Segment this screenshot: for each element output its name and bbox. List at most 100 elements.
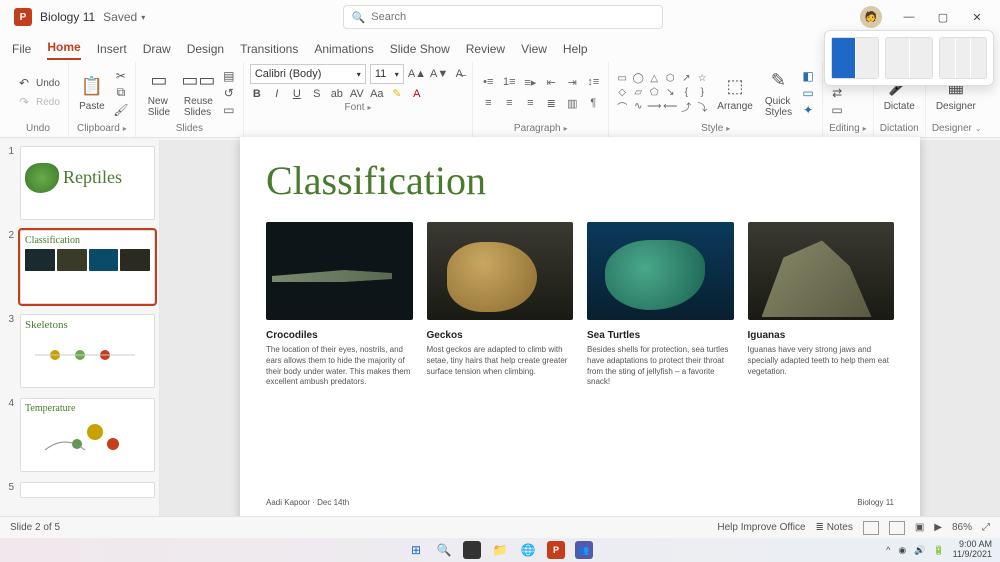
font-color-button[interactable]: A — [410, 88, 424, 100]
underline-button[interactable]: U — [290, 88, 304, 100]
powerpoint-taskbar-icon[interactable]: P — [547, 541, 565, 559]
numbering-button[interactable]: 1≡ — [500, 73, 518, 91]
spacing-button[interactable]: AV — [350, 88, 364, 100]
tab-help[interactable]: Help — [563, 42, 588, 60]
slide-canvas[interactable]: Classification Crocodiles The location o… — [160, 140, 1000, 516]
close-button[interactable]: ✕ — [960, 3, 994, 31]
font-size-combo[interactable]: 11▾ — [370, 64, 404, 84]
user-avatar[interactable]: 🧑 — [860, 6, 882, 28]
reuse-slides-button[interactable]: ▭▭Reuse Slides — [180, 66, 217, 120]
decrease-indent-button[interactable]: ⇤ — [542, 73, 560, 91]
highlight-button[interactable]: ✎ — [390, 87, 404, 100]
columns-button[interactable]: ▥ — [563, 94, 581, 112]
teams-icon[interactable]: 👥 — [575, 541, 593, 559]
shape-fill-button[interactable]: ◧ — [800, 68, 816, 84]
strike-button[interactable]: S — [310, 88, 324, 100]
sorter-view-button[interactable] — [889, 521, 905, 535]
thumb-slide-4[interactable]: Temperature — [20, 398, 155, 472]
new-slide-button[interactable]: ▭New Slide — [142, 66, 176, 120]
cut-button[interactable]: ✂ — [113, 68, 129, 84]
card-crocodiles[interactable]: Crocodiles The location of their eyes, n… — [266, 222, 413, 492]
slide-counter[interactable]: Slide 2 of 5 — [10, 522, 60, 533]
select-button[interactable]: ▭ — [829, 102, 845, 118]
taskbar-search-button[interactable]: 🔍 — [435, 541, 453, 559]
thumb-slide-2[interactable]: Classification — [20, 230, 155, 304]
shapes-gallery[interactable]: ▭◯△⬡↗☆ ◇▱⬠↘{} ⌒∿⟶⟵⤴⤵ — [615, 73, 709, 113]
notes-button[interactable]: ≣ Notes — [816, 522, 853, 533]
tab-slideshow[interactable]: Slide Show — [390, 42, 450, 60]
tab-design[interactable]: Design — [187, 42, 224, 60]
saved-status[interactable]: Saved — [103, 10, 137, 24]
text-direction-button[interactable]: ¶ — [584, 94, 602, 112]
ribbon-collapse-icon[interactable]: ⌄ — [975, 124, 982, 133]
battery-icon[interactable]: 🔋 — [933, 545, 944, 556]
grow-font-button[interactable]: A▲ — [408, 68, 426, 80]
thumb-slide-5[interactable] — [20, 482, 155, 498]
maximize-button[interactable]: ▢ — [926, 3, 960, 31]
snap-layout-3[interactable] — [939, 37, 987, 79]
help-improve-link[interactable]: Help Improve Office — [717, 522, 805, 533]
tab-insert[interactable]: Insert — [97, 42, 127, 60]
slide[interactable]: Classification Crocodiles The location o… — [240, 137, 920, 519]
arrange-button[interactable]: ⬚Arrange — [713, 71, 757, 114]
italic-button[interactable]: I — [270, 88, 284, 100]
font-name-combo[interactable]: Calibri (Body)▾ — [250, 64, 366, 84]
format-painter-button[interactable]: 🖌 — [113, 102, 129, 118]
align-center-button[interactable]: ≡ — [500, 94, 518, 112]
style-dialog-launcher[interactable]: ▸ — [726, 124, 730, 133]
file-explorer-icon[interactable]: 📁 — [491, 541, 509, 559]
bullets-button[interactable]: •≡ — [479, 73, 497, 91]
thumb-slide-3[interactable]: Skeletons — [20, 314, 155, 388]
replace-button[interactable]: ⇄ — [829, 85, 845, 101]
shape-outline-button[interactable]: ▭ — [800, 85, 816, 101]
editing-dialog-launcher[interactable]: ▸ — [863, 124, 867, 133]
quick-styles-button[interactable]: ✎Quick Styles — [761, 66, 796, 120]
card-geckos[interactable]: Geckos Most geckos are adapted to climb … — [427, 222, 574, 492]
font-dialog-launcher[interactable]: ▸ — [368, 103, 372, 112]
document-title[interactable]: Biology 11 — [40, 10, 95, 24]
system-tray[interactable]: ^ ◉ 🔊 🔋 9:00 AM 11/9/2021 — [886, 540, 992, 560]
copy-button[interactable]: ⧉ — [113, 85, 129, 101]
thumb-slide-1[interactable]: Reptiles — [20, 146, 155, 220]
reset-button[interactable]: ↺ — [221, 85, 237, 101]
task-view-button[interactable] — [463, 541, 481, 559]
line-spacing-button[interactable]: ↕≡ — [584, 73, 602, 91]
card-sea-turtles[interactable]: Sea Turtles Besides shells for protectio… — [587, 222, 734, 492]
list-level-button[interactable]: ≡▸ — [521, 73, 539, 91]
tab-transitions[interactable]: Transitions — [240, 42, 298, 60]
tray-date[interactable]: 11/9/2021 — [953, 550, 992, 560]
slide-title[interactable]: Classification — [266, 157, 894, 204]
snap-layout-1[interactable] — [831, 37, 879, 79]
normal-view-button[interactable] — [863, 521, 879, 535]
shadow-button[interactable]: ab — [330, 88, 344, 100]
snap-layouts-flyout[interactable] — [824, 30, 994, 86]
paragraph-dialog-launcher[interactable]: ▸ — [564, 124, 568, 133]
slide-thumbnails-panel[interactable]: 1 Reptiles 2 Classification 3 Skeletons … — [0, 140, 160, 516]
snap-layout-2[interactable] — [885, 37, 933, 79]
justify-button[interactable]: ≣ — [542, 94, 560, 112]
reading-view-button[interactable]: ▣ — [915, 522, 924, 533]
tray-chevron-icon[interactable]: ^ — [886, 545, 890, 555]
volume-icon[interactable]: 🔊 — [914, 545, 925, 556]
tab-file[interactable]: File — [12, 42, 31, 60]
zoom-level[interactable]: 86% — [952, 522, 972, 533]
undo-button[interactable]: ↶Undo — [14, 74, 62, 92]
align-left-button[interactable]: ≡ — [479, 94, 497, 112]
clipboard-dialog-launcher[interactable]: ▸ — [123, 124, 127, 133]
tab-view[interactable]: View — [521, 42, 547, 60]
start-button[interactable]: ⊞ — [407, 541, 425, 559]
section-button[interactable]: ▭ — [221, 102, 237, 118]
align-right-button[interactable]: ≡ — [521, 94, 539, 112]
clear-format-button[interactable]: A̶ — [452, 68, 466, 80]
slideshow-view-button[interactable]: ▶ — [934, 522, 942, 533]
shape-effects-button[interactable]: ✦ — [800, 102, 816, 118]
wifi-icon[interactable]: ◉ — [898, 545, 906, 556]
paste-button[interactable]: 📋Paste — [75, 71, 109, 114]
card-iguanas[interactable]: Iguanas Iguanas have very strong jaws an… — [748, 222, 895, 492]
increase-indent-button[interactable]: ⇥ — [563, 73, 581, 91]
shrink-font-button[interactable]: A▼ — [430, 68, 448, 80]
fit-to-window-button[interactable]: ⤢ — [982, 522, 990, 533]
bold-button[interactable]: B — [250, 88, 264, 100]
search-input[interactable]: 🔍 Search — [343, 5, 663, 29]
tab-home[interactable]: Home — [47, 40, 80, 60]
